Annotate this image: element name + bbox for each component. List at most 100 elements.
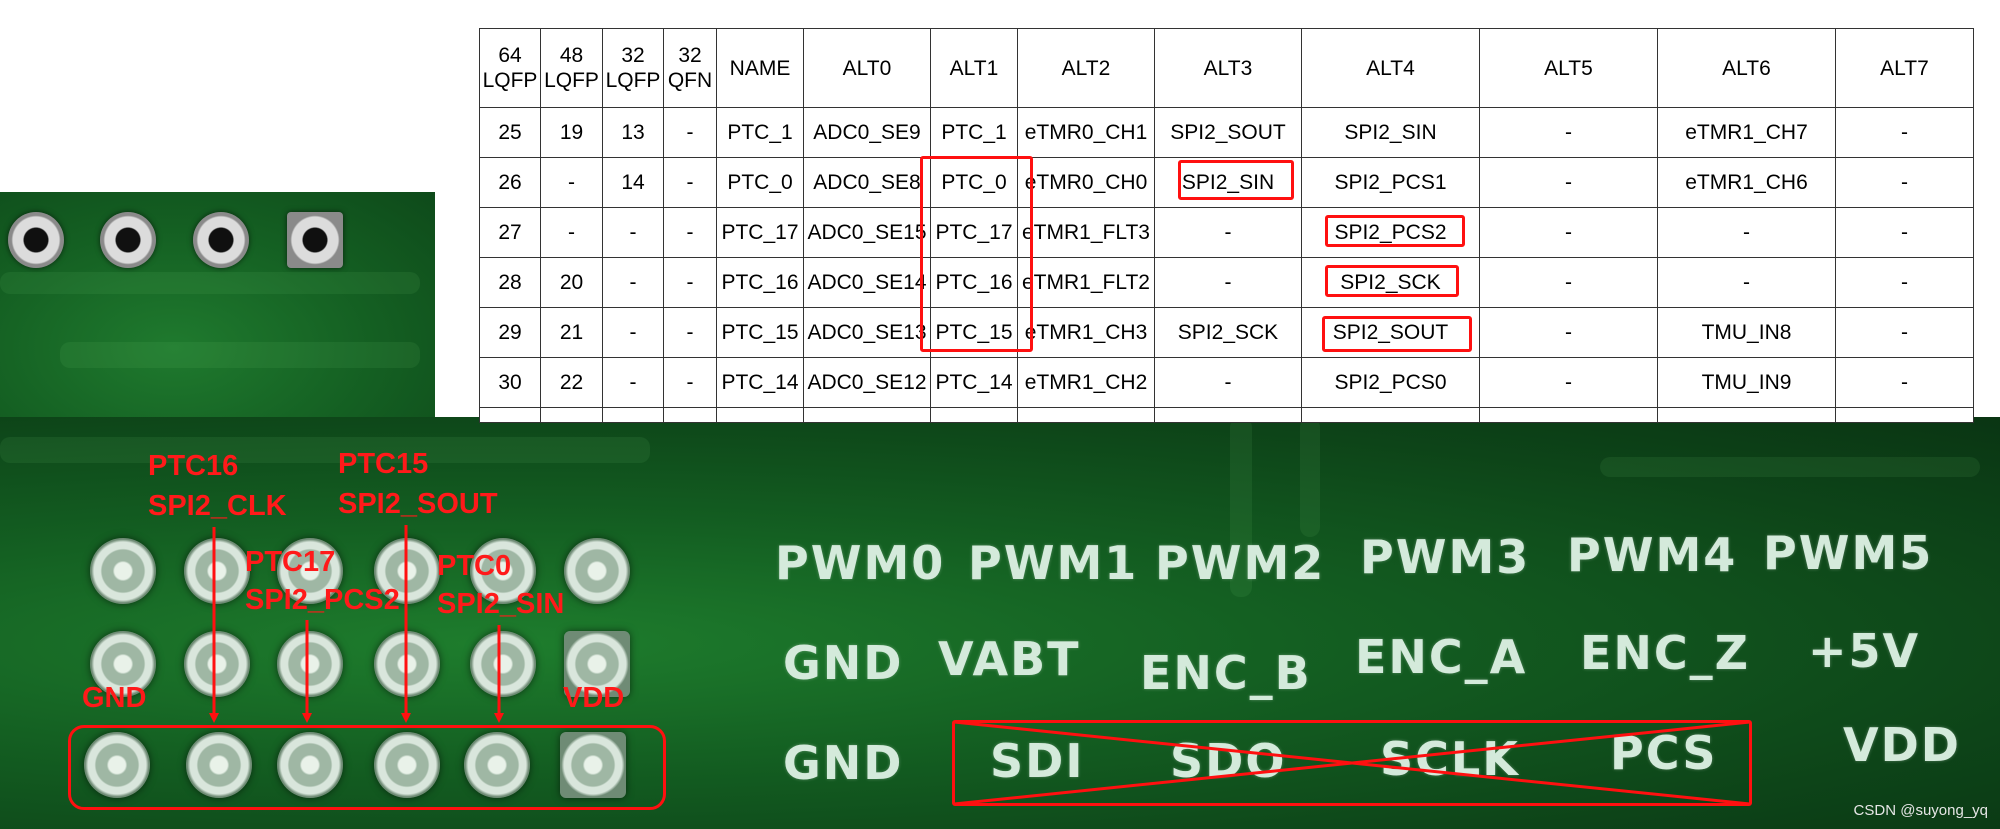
annotation-label: PTC17 <box>245 546 336 578</box>
table-cell: SPI2_PCS0 <box>1301 357 1480 408</box>
header-pin <box>470 631 536 697</box>
table-row: 29 21 - - PTC_15 ADC0_SE13 PTC_15 eTMR1_… <box>479 307 1974 358</box>
column-header: ALT0 <box>803 28 931 108</box>
header-pin <box>90 538 156 604</box>
table-cell: 29 <box>479 307 541 358</box>
silk-label: ENC_Z <box>1580 626 1751 680</box>
header-pin <box>374 631 440 697</box>
table-cell: PTC_0 <box>930 157 1018 208</box>
annotation-label: SPI2_CLK <box>148 490 287 522</box>
table-cell: 14 <box>602 157 664 208</box>
table-cell: - <box>1479 107 1658 158</box>
table-cell: PTC_15 <box>930 307 1018 358</box>
mounting-hole-square <box>287 212 343 268</box>
table-cell: 28 <box>479 257 541 308</box>
silk-label: PWM2 <box>1155 536 1326 590</box>
table-cell: - <box>663 207 717 258</box>
silk-label: ENC_B <box>1140 646 1312 700</box>
header-pin <box>564 538 630 604</box>
silk-label: PWM4 <box>1567 528 1738 582</box>
table-cell: 13 <box>602 107 664 158</box>
table-cell: - <box>1835 207 1974 258</box>
table-cell: - <box>1835 157 1974 208</box>
mounting-hole <box>8 212 64 268</box>
silk-label: GND <box>783 636 904 690</box>
table-cell: - <box>663 357 717 408</box>
annotation-label: SPI2_PCS2 <box>245 584 400 616</box>
pcb-trace <box>60 342 420 368</box>
table-cell: TMU_IN9 <box>1657 357 1836 408</box>
table-cell: eTMR1_CH3 <box>1017 307 1155 358</box>
silk-label: VDD <box>1843 718 1961 772</box>
table-cell: 22 <box>540 357 603 408</box>
table-cell: 21 <box>540 307 603 358</box>
table-cell: PTC_17 <box>716 207 804 258</box>
table-cell: eTMR1_FLT2 <box>1017 257 1155 308</box>
column-header: 32 QFN <box>663 28 717 108</box>
pcb-trace <box>1300 417 1320 537</box>
silk-label: VABT <box>938 632 1081 686</box>
silk-label: PCS <box>1610 726 1718 780</box>
table-cell: - <box>1479 357 1658 408</box>
annotation-label: PTC15 <box>338 448 429 480</box>
header-pin <box>464 732 530 798</box>
table-cell: ADC0_SE15 <box>803 207 931 258</box>
annotation-label: VDD <box>563 682 625 714</box>
column-header: 32 LQFP <box>602 28 664 108</box>
annotation-label: SPI2_SOUT <box>338 488 498 520</box>
silk-label: PWM1 <box>968 536 1139 590</box>
pcb-trace <box>0 272 420 294</box>
annotation-label: SPI2_SIN <box>437 588 565 620</box>
table-cell: - <box>540 157 603 208</box>
table-cell: PTC_14 <box>716 357 804 408</box>
table-row: 26 - 14 - PTC_0 ADC0_SE8 PTC_0 eTMR0_CH0… <box>479 157 1974 208</box>
silk-label: GND <box>783 736 904 790</box>
table-cell: TMU_IN8 <box>1657 307 1836 358</box>
table-cell: PTC_17 <box>930 207 1018 258</box>
table-cell: SPI2_SCK <box>1301 257 1480 308</box>
table-cell: - <box>663 157 717 208</box>
column-header: ALT1 <box>930 28 1018 108</box>
annotation-label: PTC0 <box>437 550 512 582</box>
table-cell: - <box>663 107 717 158</box>
table-cell: ADC0_SE9 <box>803 107 931 158</box>
mounting-hole <box>193 212 249 268</box>
table-cell: 19 <box>540 107 603 158</box>
table-cell: PTC_16 <box>716 257 804 308</box>
table-cell: PTC_14 <box>930 357 1018 408</box>
table-cell: ADC0_SE14 <box>803 257 931 308</box>
watermark: CSDN @suyong_yq <box>1853 802 1988 819</box>
table-cell: SPI2_PCS2 <box>1301 207 1480 258</box>
table-cell: PTC_1 <box>716 107 804 158</box>
table-cell: - <box>1479 157 1658 208</box>
header-pin <box>277 631 343 697</box>
table-cell: - <box>602 207 664 258</box>
header-pin <box>84 732 150 798</box>
table-cell: - <box>1154 257 1302 308</box>
table-row: 28 20 - - PTC_16 ADC0_SE14 PTC_16 eTMR1_… <box>479 257 1974 308</box>
header-pin-square <box>560 732 626 798</box>
mounting-hole <box>100 212 156 268</box>
table-cell: - <box>1479 257 1658 308</box>
table-row: 25 19 13 - PTC_1 ADC0_SE9 PTC_1 eTMR0_CH… <box>479 107 1974 158</box>
table-cell: 26 <box>479 157 541 208</box>
table-cell: - <box>1479 207 1658 258</box>
pcb-trace <box>0 437 650 463</box>
pcb-board-top-left <box>0 192 435 452</box>
annotation-label: GND <box>82 682 147 714</box>
table-cell: ADC0_SE13 <box>803 307 931 358</box>
table-cell: SPI2_SOUT <box>1301 307 1480 358</box>
table-cell: - <box>1835 307 1974 358</box>
table-cell: - <box>1154 207 1302 258</box>
table-cell: 27 <box>479 207 541 258</box>
header-pin <box>374 732 440 798</box>
table-cell: SPI2_SIN <box>1301 107 1480 158</box>
header-pin <box>184 631 250 697</box>
table-cell: - <box>1835 107 1974 158</box>
table-cell: - <box>602 357 664 408</box>
table-cell: - <box>1657 257 1836 308</box>
table-cell: eTMR1_FLT3 <box>1017 207 1155 258</box>
table-cell: PTC_16 <box>930 257 1018 308</box>
column-header: 48 LQFP <box>540 28 603 108</box>
table-cell: PTC_1 <box>930 107 1018 158</box>
